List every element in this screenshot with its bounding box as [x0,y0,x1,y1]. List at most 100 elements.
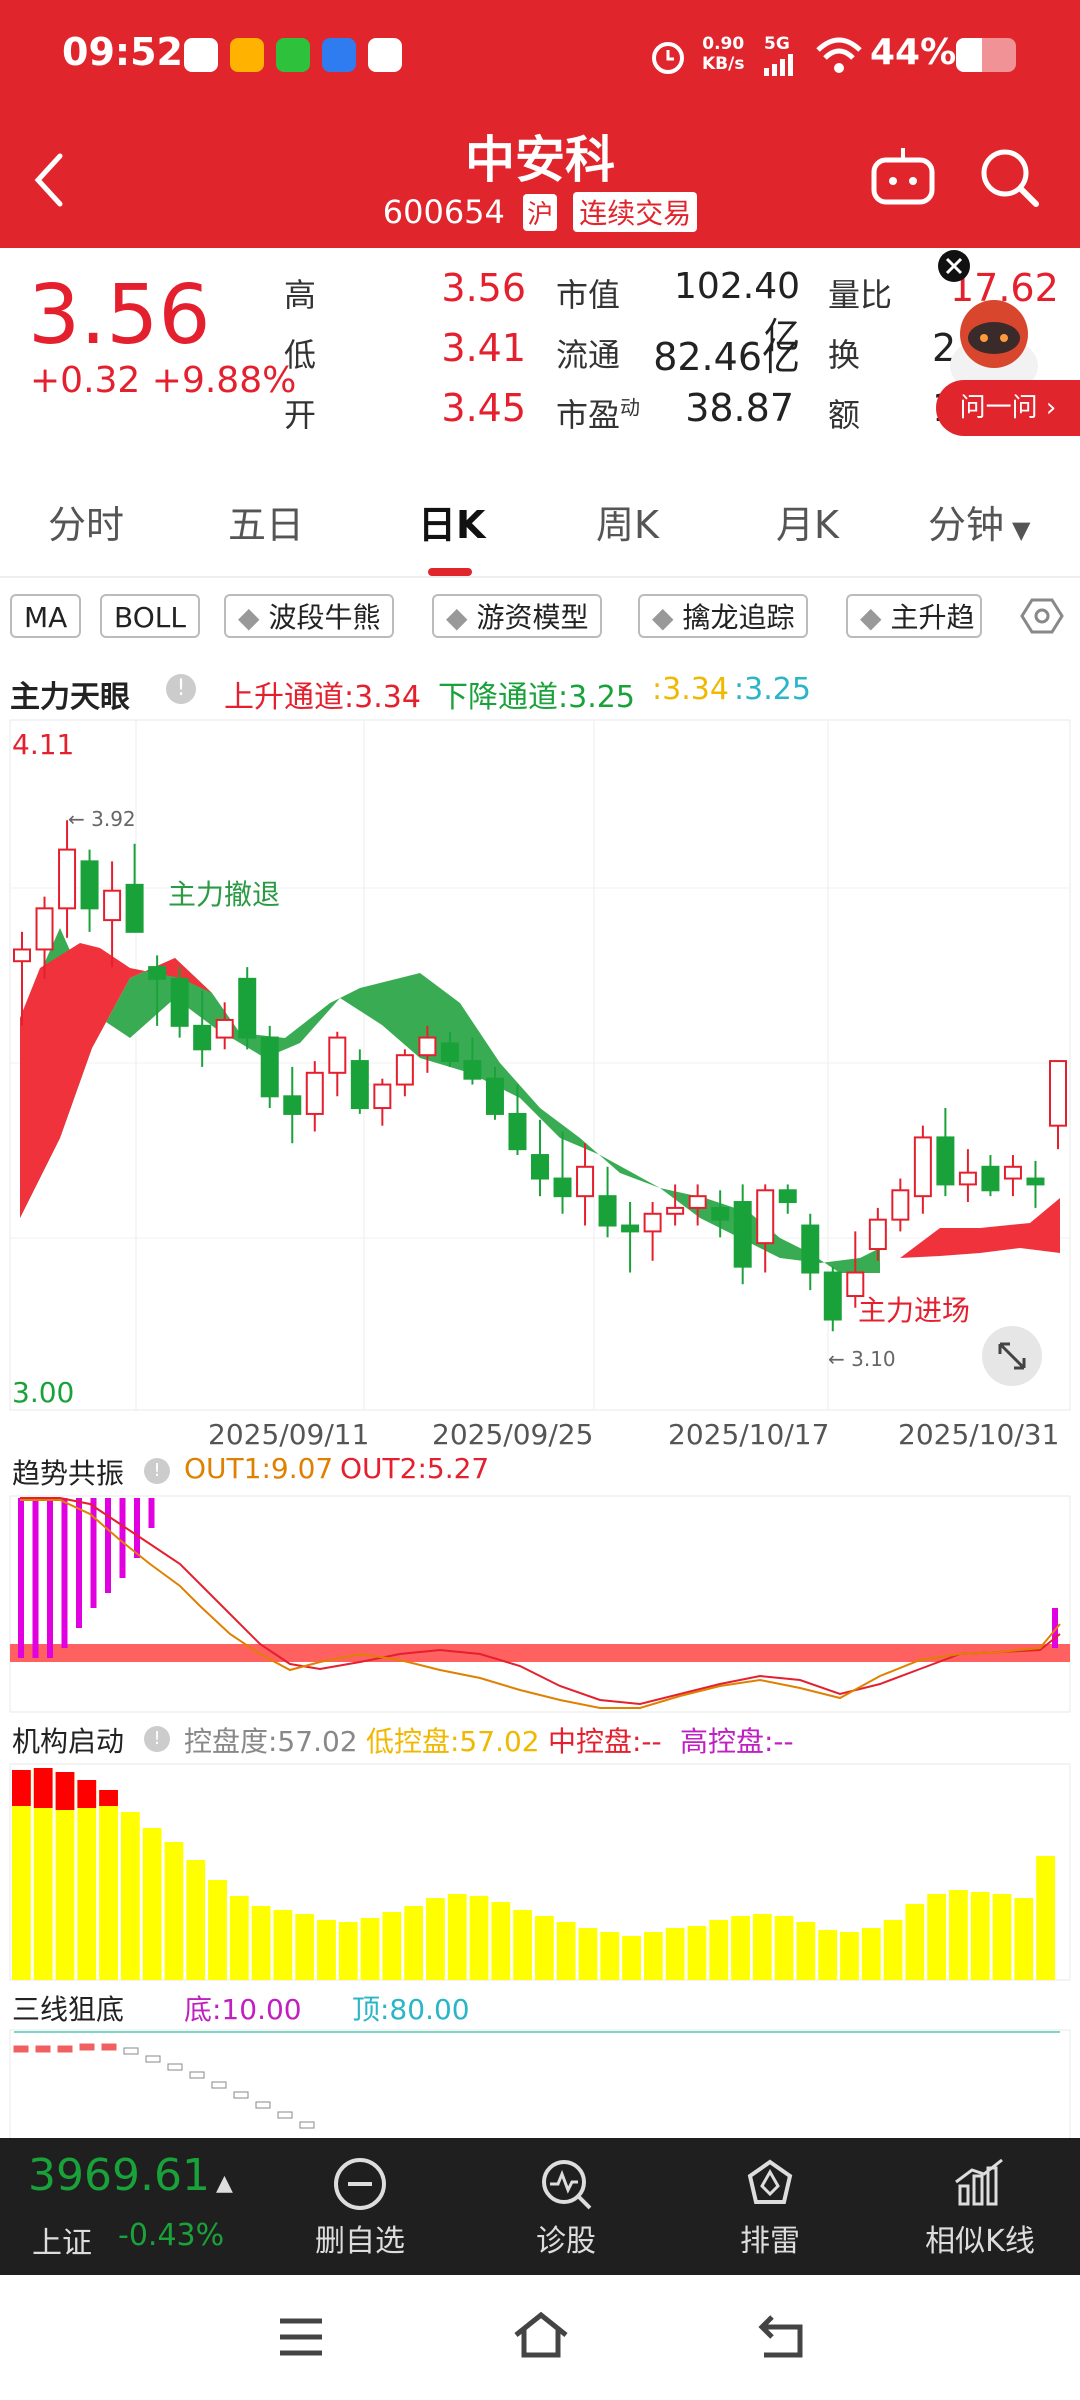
date-label-2: 2025/09/25 [432,1418,593,1451]
battery-percent: 44% [870,32,957,73]
period-tabs: 分时 五日 日K 周K 月K 分钟 ▼ [0,456,1080,578]
control-bar [338,1922,358,1980]
candle-body [733,1201,752,1268]
diamond-icon: ◆ [860,601,891,634]
high-label: 高 [284,276,317,314]
candle-body [170,977,189,1027]
turnover-label: 换 [828,336,861,374]
mine-sweep-button[interactable]: 排雷 [710,2138,830,2275]
bottom-mark [57,2045,73,2053]
bottom-mark [167,2063,183,2071]
bottom-mark [189,2071,205,2079]
candle-body [58,848,77,910]
remove-favorite-button[interactable]: 删自选 [300,2138,420,2275]
tab-intraday[interactable]: 分时 [48,494,124,549]
wifi-icon [816,37,862,73]
resonance-bar [105,1498,111,1593]
candle-body [531,1154,549,1180]
chip-hotmoney[interactable]: ◆ 游资模型 [432,594,603,638]
header-bar: 09:52 0.90 KB/s 5G 44% 中安科 600654 沪 连续交易 [0,0,1080,248]
control-bar [1036,1856,1055,1980]
low-label: 低 [284,336,317,374]
mcap-label: 市值 [556,276,621,314]
open-value: 3.45 [441,386,526,430]
chip-main-rise[interactable]: ◆ 主升趋 [846,594,982,638]
institution-start-chart[interactable] [0,1762,1080,1982]
settings-icon[interactable] [1020,596,1064,636]
resonance-bar [32,1498,39,1658]
candle-body [305,1071,324,1115]
candle-body [1003,1165,1022,1180]
ask-button[interactable]: 问一问 › [936,380,1080,436]
open-label: 开 [284,396,317,434]
back-nav-icon[interactable] [756,2311,808,2361]
chip-boll[interactable]: BOLL [100,594,200,638]
control-bar [142,1828,162,1980]
tab-weekly-k[interactable]: 周K [596,494,659,549]
candle-body [350,1060,369,1110]
kline-chart[interactable]: 主力撤退 主力进场 ← 3.92 ← 3.10 4.11 3.00 2025/0… [0,718,1080,1458]
control-bar [382,1912,402,1980]
candle-body [80,860,99,910]
robot-assistant-icon[interactable] [868,146,938,210]
action-label: 相似K线 [925,2224,1035,2259]
candle-body [688,1195,707,1209]
candle-body [913,1136,932,1198]
control-bar [687,1926,707,1980]
current-price: 3.56 [28,268,211,363]
index-name: 上证 [32,2226,92,2261]
sub2-low: 低控盘:57.02 [366,1725,540,1758]
resonance-bar [134,1498,140,1558]
chip-ma[interactable]: MA [10,594,82,638]
resonance-bar [61,1498,68,1648]
annotation-enter: 主力进场 [858,1294,970,1327]
info-icon[interactable]: ! [166,674,196,704]
close-mascot-icon[interactable] [936,248,972,284]
sub1-name: 趋势共振 [12,1457,125,1490]
resonance-bar [47,1498,53,1658]
chip-dragon[interactable]: ◆ 擒龙追踪 [638,594,809,638]
notify-app-icon-4 [322,38,356,72]
main-indicator-name: 主力天眼 [10,680,130,715]
index-change: -0.43% [118,2218,225,2253]
pe-value: 38.87 [685,386,794,430]
diamond-icon: ◆ [652,601,683,634]
alarm-icon [652,42,684,74]
bottom-mark [79,2043,95,2051]
tab-daily-k[interactable]: 日K [418,494,485,549]
info-icon[interactable]: ! [144,1458,170,1484]
three-line-bottom-chart[interactable] [0,2028,1080,2140]
notify-app-icon-1 [184,38,218,72]
candle-body [1049,1060,1067,1127]
similar-kline-button[interactable]: 相似K线 [900,2138,1060,2275]
home-icon[interactable] [512,2309,570,2361]
quote-panel: 3.56 +0.32 +9.88% 高 3.56 低 3.41 开 3.45 市… [0,248,1080,456]
sub3-bottom: 底:10.00 [184,1993,302,2026]
control-bar [556,1922,576,1980]
control-bar-top [12,1770,31,1806]
candle-body [508,1112,527,1151]
search-icon[interactable] [978,146,1042,210]
tab-minute[interactable]: 分钟 ▼ [928,494,1030,549]
bottom-mark [13,2045,29,2053]
chip-band[interactable]: ◆ 波段牛熊 [224,594,395,638]
tab-monthly-k[interactable]: 月K [776,494,839,549]
index-value[interactable]: 3969.61 ▲ [28,2150,233,2201]
control-bar-top [99,1790,118,1806]
resonance-bar [76,1498,82,1628]
yellow-line-value: :3.34 [652,672,729,707]
control-bar [578,1928,598,1980]
control-bar [861,1928,881,1980]
diagnose-button[interactable]: 诊股 [506,2138,626,2275]
resonance-bar [18,1498,24,1658]
tab-five-day[interactable]: 五日 [228,494,304,549]
control-bar [535,1916,554,1980]
trend-resonance-chart[interactable] [0,1494,1080,1716]
trade-status-badge: 连续交易 [573,192,698,232]
control-bar [752,1914,772,1980]
control-bar [883,1920,903,1980]
bottom-mark [255,2101,271,2109]
menu-icon[interactable] [276,2315,326,2359]
cyan-line-value: :3.25 [734,672,811,707]
info-icon[interactable]: ! [144,1726,170,1752]
